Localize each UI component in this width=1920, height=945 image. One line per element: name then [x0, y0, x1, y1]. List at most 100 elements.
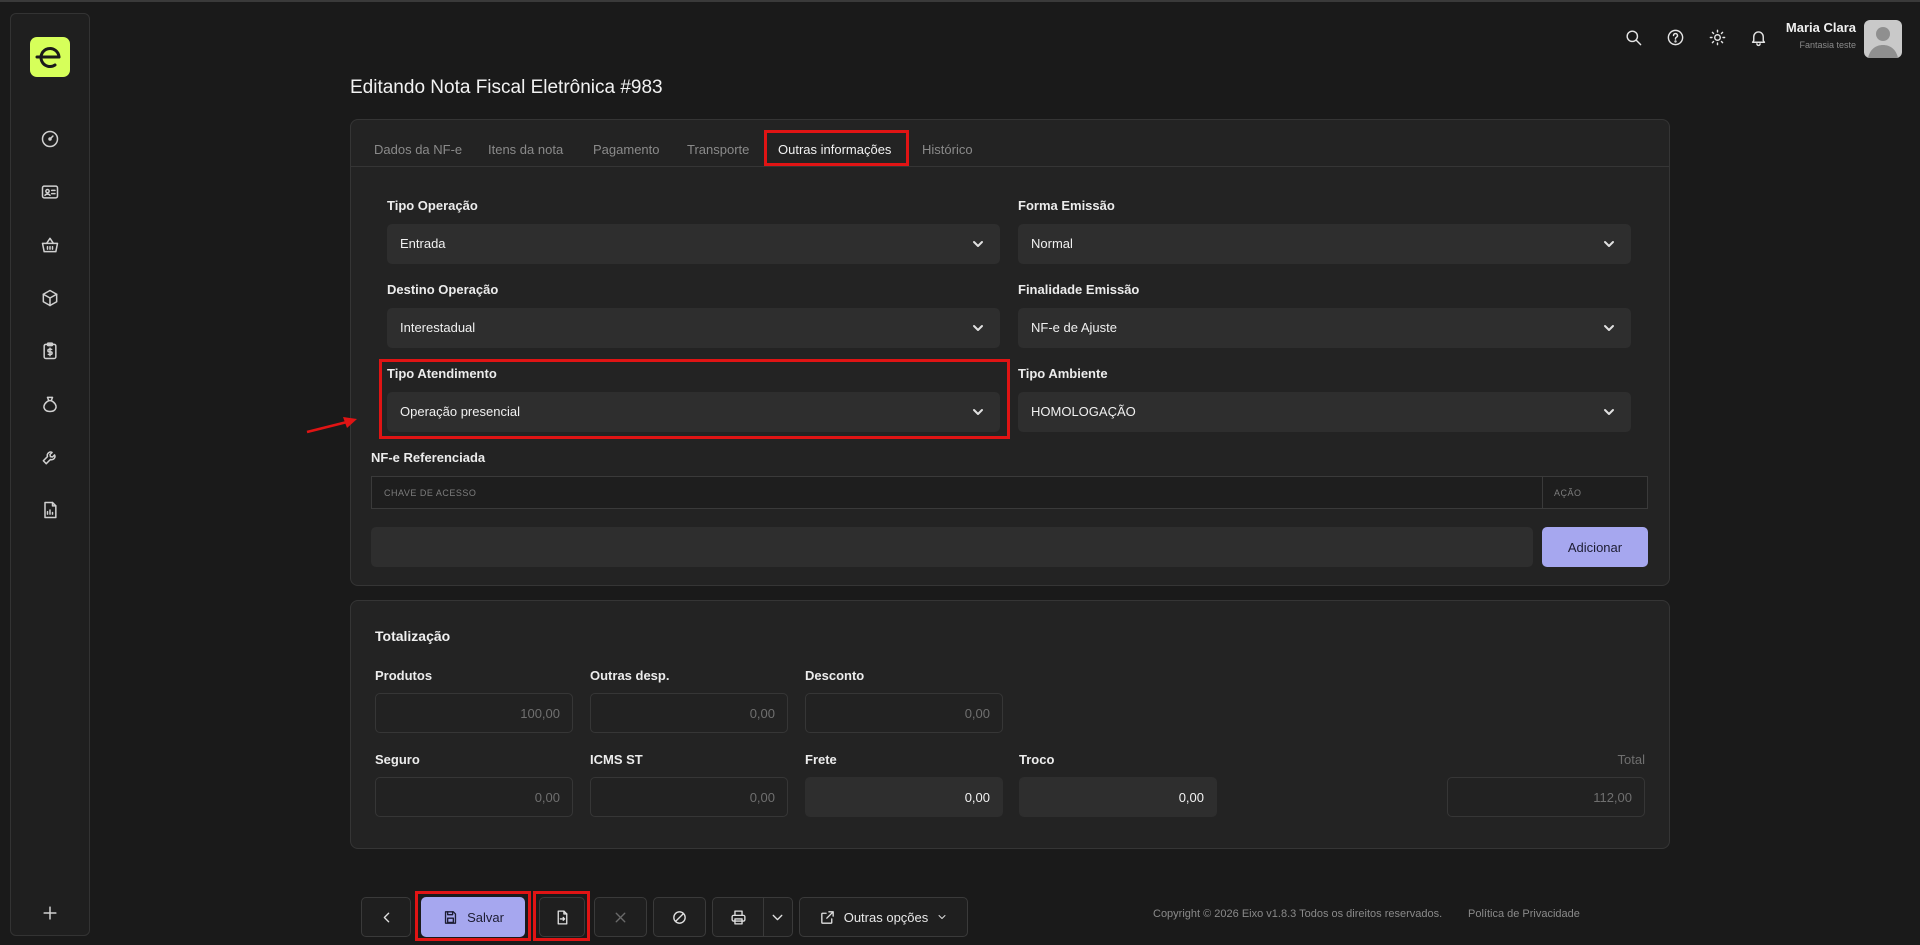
logo-e-icon: [35, 47, 61, 68]
icms-st-input[interactable]: 0,00: [590, 777, 788, 817]
tipo-operacao-select[interactable]: Entrada: [387, 224, 1000, 264]
nfe-panel: Dados da NF-e Itens da nota Pagamento Tr…: [350, 119, 1670, 586]
wrench-icon[interactable]: [38, 445, 62, 469]
basket-icon[interactable]: [38, 233, 62, 257]
seguro-input[interactable]: 0,00: [375, 777, 573, 817]
more-options-label: Outras opções: [843, 909, 929, 925]
chevron-down-icon: [970, 236, 986, 252]
tipo-atendimento-label: Tipo Atendimento: [387, 366, 497, 381]
desconto-label: Desconto: [805, 668, 865, 683]
more-options-button[interactable]: Outras opções: [799, 897, 968, 937]
forma-emissao-value: Normal: [1031, 236, 1073, 251]
chevron-left-icon: [383, 912, 389, 922]
tab-pagamento[interactable]: Pagamento: [593, 142, 660, 157]
totalizacao-panel: Totalização Produtos 100,00 Outras desp.…: [350, 600, 1670, 849]
finalidade-emissao-label: Finalidade Emissão: [1018, 282, 1140, 297]
avatar-placeholder-icon: [1868, 27, 1898, 58]
tipo-operacao-label: Tipo Operação: [387, 198, 478, 213]
user-company: Fantasia teste: [1799, 40, 1856, 50]
bell-icon[interactable]: [1746, 25, 1770, 49]
box-icon[interactable]: [38, 286, 62, 310]
plus-icon[interactable]: [38, 901, 62, 925]
report-icon[interactable]: [38, 498, 62, 522]
help-icon[interactable]: [1663, 25, 1687, 49]
adicionar-button[interactable]: Adicionar: [1542, 527, 1648, 567]
annotation-arrow-icon: [306, 417, 357, 434]
close-icon: [615, 912, 626, 922]
icms-st-label: ICMS ST: [590, 752, 643, 767]
produtos-input[interactable]: 100,00: [375, 693, 573, 733]
column-chave-acesso: CHAVE DE ACESSO: [384, 488, 477, 498]
sidebar: [10, 13, 90, 936]
tipo-atendimento-value: Operação presencial: [400, 404, 520, 419]
frete-label: Frete: [805, 752, 837, 767]
chevron-down-icon: [1601, 236, 1617, 252]
tipo-ambiente-value: HOMOLOGAÇÃO: [1031, 404, 1136, 419]
seguro-label: Seguro: [375, 752, 420, 767]
back-button[interactable]: [361, 897, 411, 937]
destino-operacao-value: Interestadual: [400, 320, 476, 335]
forma-emissao-select[interactable]: Normal: [1018, 224, 1631, 264]
frete-input[interactable]: 0,00: [805, 777, 1003, 817]
finalidade-emissao-value: NF-e de Ajuste: [1031, 320, 1117, 335]
tab-historico[interactable]: Histórico: [922, 142, 973, 157]
column-divider: [1542, 477, 1543, 508]
search-icon[interactable]: [1621, 25, 1645, 49]
tab-dados-nfe[interactable]: Dados da NF-e: [374, 142, 462, 157]
clipboard-dollar-icon[interactable]: [38, 339, 62, 363]
chevron-down-icon: [970, 404, 986, 420]
tab-transporte[interactable]: Transporte: [687, 142, 749, 157]
privacy-link[interactable]: Política de Privacidade: [1468, 908, 1580, 920]
floppy-disk-icon: [444, 910, 457, 924]
total-input: 112,00: [1447, 777, 1645, 817]
ban-icon: [673, 910, 686, 924]
avatar[interactable]: [1864, 20, 1902, 58]
save-button[interactable]: Salvar: [421, 897, 525, 937]
referenciada-table-header: CHAVE DE ACESSO AÇÃO: [371, 476, 1648, 509]
tipo-atendimento-select[interactable]: Operação presencial: [387, 392, 1000, 432]
totalizacao-title: Totalização: [375, 628, 451, 644]
chave-acesso-input[interactable]: [371, 527, 1533, 567]
destino-operacao-select[interactable]: Interestadual: [387, 308, 1000, 348]
print-button[interactable]: [712, 897, 793, 937]
tipo-ambiente-select[interactable]: HOMOLOGAÇÃO: [1018, 392, 1631, 432]
cancel-button[interactable]: [594, 897, 647, 937]
chevron-down-icon: [970, 320, 986, 336]
sun-icon[interactable]: [1705, 25, 1729, 49]
tab-outras-informacoes[interactable]: Outras informações: [778, 142, 891, 157]
tipo-operacao-value: Entrada: [400, 236, 446, 251]
user-name[interactable]: Maria Clara: [1786, 20, 1856, 35]
file-export-icon: [557, 909, 567, 925]
finalidade-emissao-select[interactable]: NF-e de Ajuste: [1018, 308, 1631, 348]
chevron-down-icon: [1601, 320, 1617, 336]
outras-desp-input[interactable]: 0,00: [590, 693, 788, 733]
forma-emissao-label: Forma Emissão: [1018, 198, 1115, 213]
chevron-down-icon: [1601, 404, 1617, 420]
export-file-button[interactable]: [539, 897, 585, 937]
top-border: [0, 0, 1920, 2]
page-title: Editando Nota Fiscal Eletrônica #983: [350, 77, 663, 98]
copyright-text: Copyright © 2026 Eixo v1.8.3 Todos os di…: [1153, 908, 1443, 920]
printer-icon: [730, 909, 747, 926]
tab-bar: Dados da NF-e Itens da nota Pagamento Tr…: [351, 120, 1669, 167]
id-card-icon[interactable]: [38, 180, 62, 204]
tab-itens-nota[interactable]: Itens da nota: [488, 142, 563, 157]
chevron-down-icon: [938, 915, 946, 919]
gauge-icon[interactable]: [38, 127, 62, 151]
chevron-down-icon[interactable]: [769, 909, 786, 926]
destino-operacao-label: Destino Operação: [387, 282, 499, 297]
total-label: Total: [1617, 752, 1645, 767]
desconto-input[interactable]: 0,00: [805, 693, 1003, 733]
print-split-divider: [763, 898, 764, 936]
void-button[interactable]: [653, 897, 706, 937]
money-bag-icon[interactable]: [38, 392, 62, 416]
nfe-referenciada-title: NF-e Referenciada: [371, 450, 486, 465]
column-acao: AÇÃO: [1554, 488, 1582, 498]
app-logo[interactable]: [30, 37, 70, 77]
tipo-ambiente-label: Tipo Ambiente: [1018, 366, 1108, 381]
troco-input[interactable]: 0,00: [1019, 777, 1217, 817]
external-link-icon: [820, 910, 834, 924]
save-label: Salvar: [467, 909, 504, 925]
troco-label: Troco: [1019, 752, 1055, 767]
produtos-label: Produtos: [375, 668, 433, 683]
